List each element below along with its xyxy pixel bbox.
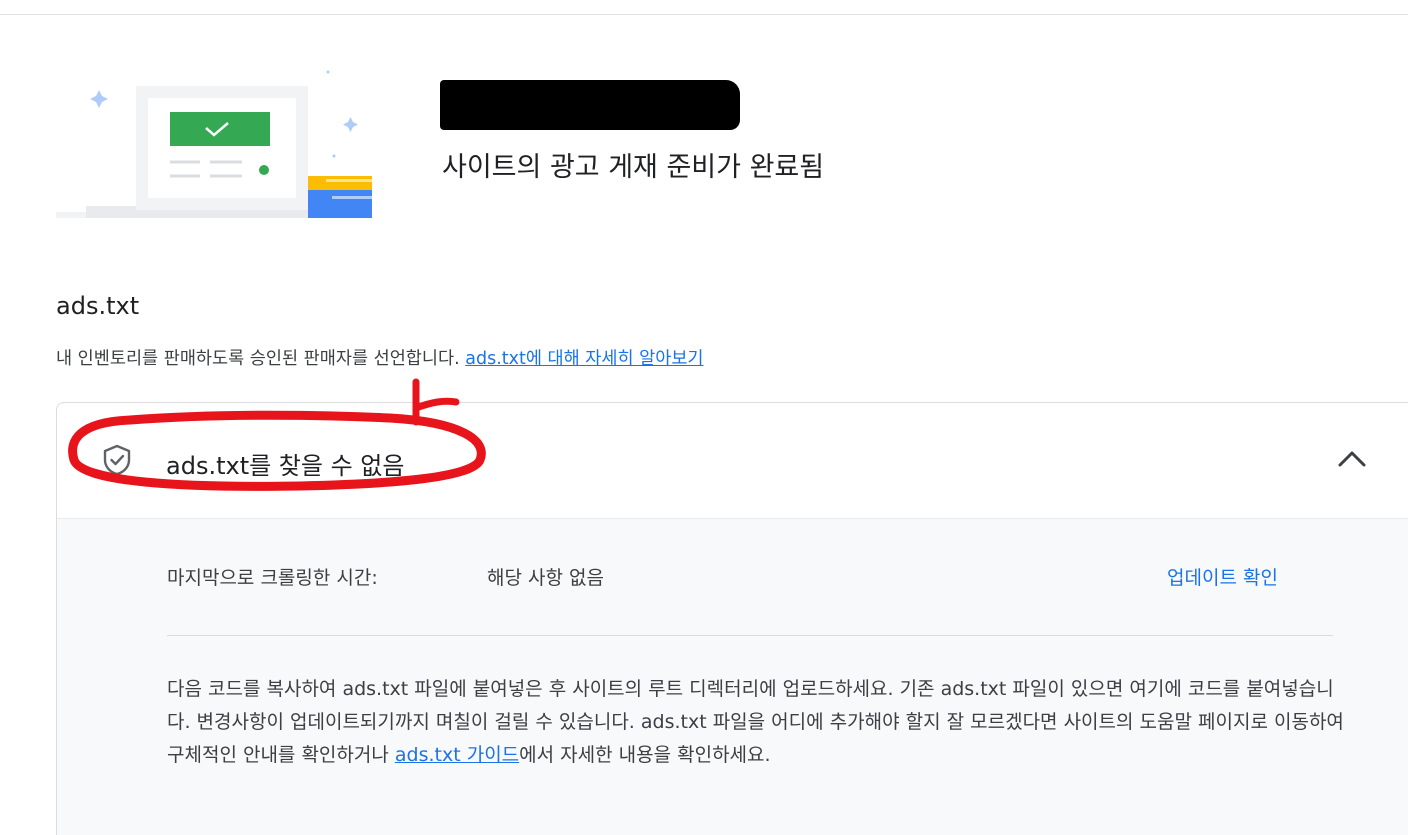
site-ready-illustration	[56, 70, 372, 218]
description-text: 내 인벤토리를 판매하도록 승인된 판매자를 선언합니다.	[56, 349, 466, 369]
section-description: 내 인벤토리를 판매하도록 승인된 판매자를 선언합니다. ads.txt에 대…	[56, 345, 704, 370]
section-title: ads.txt	[56, 292, 140, 320]
page: 사이트의 광고 게재 준비가 완료됨 ads.txt 내 인벤토리를 판매하도록…	[0, 0, 1408, 835]
card-body: 마지막으로 크롤링한 시간: 해당 사항 없음 업데이트 확인 다음 코드를 복…	[57, 519, 1408, 835]
card-header[interactable]: ads.txt를 찾을 수 없음	[57, 403, 1408, 519]
instructions-suffix: 에서 자세한 내용을 확인하세요.	[519, 744, 771, 766]
redacted-site-name	[440, 80, 740, 130]
shield-check-icon	[103, 444, 131, 476]
chevron-up-icon[interactable]	[1337, 447, 1367, 471]
last-crawled-value: 해당 사항 없음	[487, 567, 604, 589]
divider	[167, 635, 1333, 636]
check-updates-link[interactable]: 업데이트 확인	[1167, 563, 1278, 590]
top-bar	[0, 0, 1408, 15]
status-label: ads.txt를 찾을 수 없음	[166, 452, 405, 480]
ads-txt-status-card: ads.txt를 찾을 수 없음 마지막으로 크롤링한 시간: 해당 사항 없음…	[56, 402, 1408, 835]
instructions-text: 다음 코드를 복사하여 ads.txt 파일에 붙여넣은 후 사이트의 루트 디…	[167, 673, 1357, 772]
page-subtitle: 사이트의 광고 게재 준비가 완료됨	[442, 152, 825, 183]
learn-more-link[interactable]: ads.txt에 대해 자세히 알아보기	[465, 349, 703, 369]
last-crawled-label: 마지막으로 크롤링한 시간:	[167, 567, 378, 589]
ads-txt-guide-link[interactable]: ads.txt 가이드	[395, 744, 519, 766]
